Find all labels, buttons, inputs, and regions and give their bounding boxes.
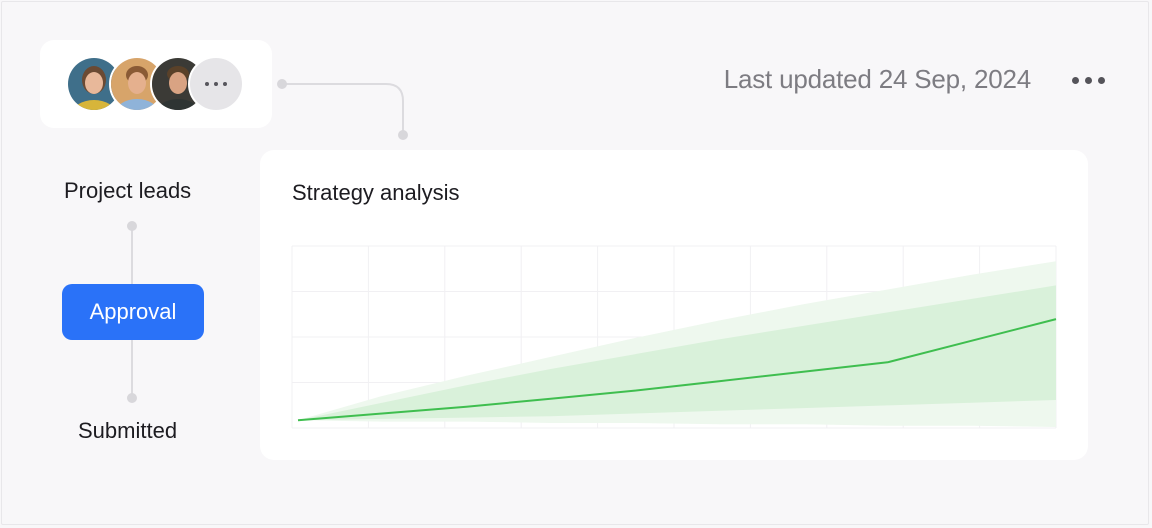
strategy-analysis-chart <box>291 245 1057 429</box>
avatar-to-chart-connector <box>282 83 404 135</box>
more-horizontal-icon <box>1084 76 1092 84</box>
connector-dot-start <box>277 79 287 89</box>
more-avatars-button[interactable] <box>188 56 244 112</box>
ellipsis-icon <box>214 82 218 86</box>
connector-dot-end <box>398 130 408 140</box>
ellipsis-icon <box>223 82 227 86</box>
workflow-step-submitted[interactable]: Submitted <box>78 418 177 444</box>
last-updated-text: Last updated 24 Sep, 2024 <box>723 64 1031 94</box>
confidence-band-2 <box>298 285 1056 421</box>
workflow-dot-bottom <box>127 393 137 403</box>
workflow-step-project-leads[interactable]: Project leads <box>64 178 191 204</box>
more-menu-button[interactable] <box>1066 66 1110 94</box>
more-horizontal-icon <box>1097 76 1105 84</box>
ellipsis-icon <box>205 82 209 86</box>
workflow-dot-top <box>127 221 137 231</box>
more-horizontal-icon <box>1071 76 1079 84</box>
team-avatars-card[interactable] <box>40 40 272 128</box>
strategy-analysis-card: Strategy analysis <box>260 150 1088 460</box>
workflow-step-approval[interactable]: Approval <box>62 284 204 340</box>
